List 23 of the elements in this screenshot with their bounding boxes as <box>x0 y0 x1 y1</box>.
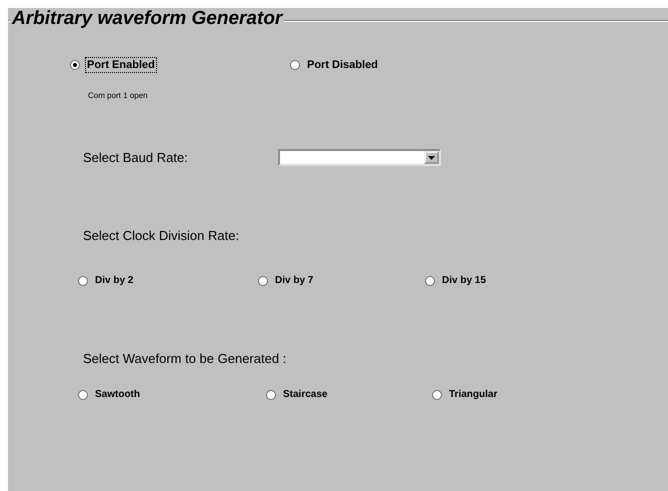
radio-label[interactable]: Div by 7 <box>273 273 316 288</box>
radio-button[interactable] <box>425 276 435 286</box>
status-text: Com port 1 open <box>88 91 149 102</box>
baud-rate-dropdown[interactable] <box>278 149 441 166</box>
waveform-label: Select Waveform to be Generated : <box>83 351 288 366</box>
baud-rate-label: Select Baud Rate: <box>83 150 189 165</box>
dropdown-arrow-icon <box>428 156 435 160</box>
radio-label[interactable]: Staircase <box>281 387 330 402</box>
radio-button[interactable] <box>290 60 300 70</box>
radio-label[interactable]: Triangular <box>447 387 500 402</box>
panel-title: Arbitrary waveform Generator <box>10 8 284 30</box>
radio-button[interactable] <box>78 276 88 286</box>
radio-button[interactable] <box>78 390 88 400</box>
radio-button[interactable] <box>70 60 80 70</box>
clock-division-label: Select Clock Division Rate: <box>83 228 240 243</box>
radio-label[interactable]: Div by 2 <box>93 273 136 288</box>
radio-button[interactable] <box>266 390 276 400</box>
radio-label[interactable]: Div by 15 <box>440 273 488 288</box>
radio-label[interactable]: Sawtooth <box>93 387 142 402</box>
radio-button[interactable] <box>432 390 442 400</box>
radio-label[interactable]: Port Disabled <box>305 57 380 73</box>
radio-label[interactable]: Port Enabled <box>85 57 157 73</box>
radio-button[interactable] <box>258 276 268 286</box>
